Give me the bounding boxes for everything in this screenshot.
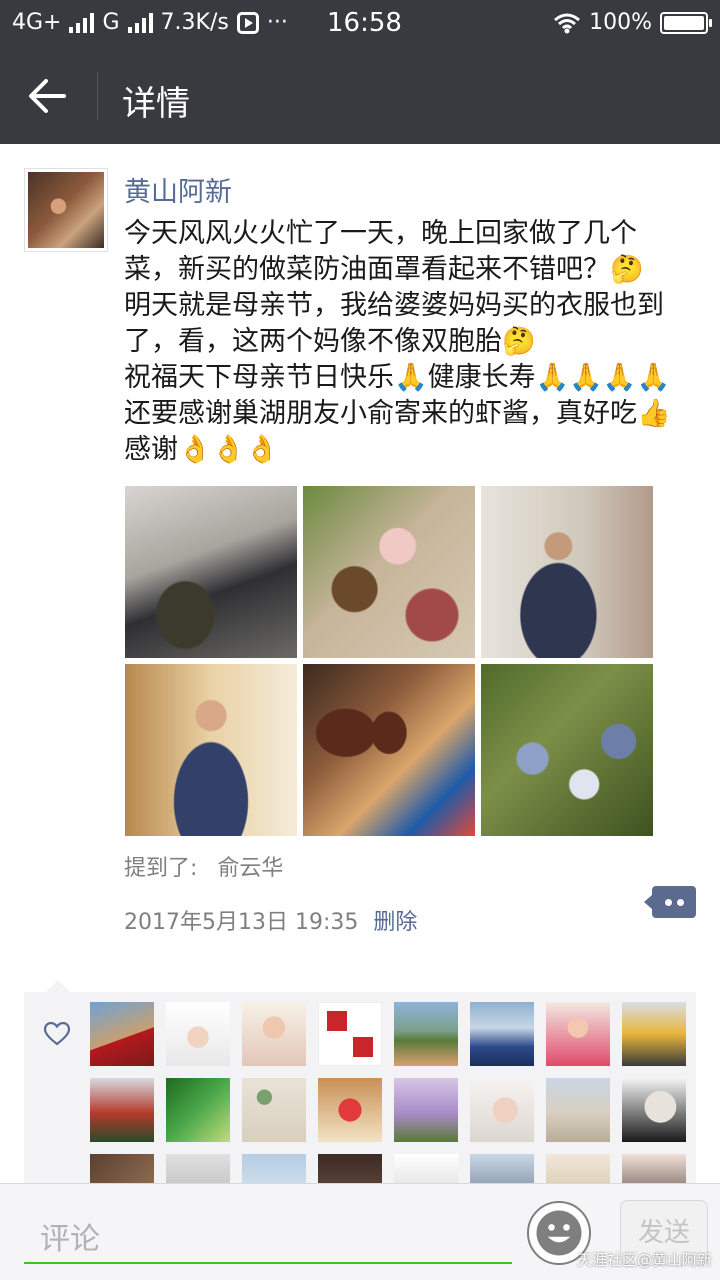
liker-avatar[interactable]: [318, 1078, 382, 1142]
comment-bar: 评论 发送 天涯社区@黄山阿新: [0, 1183, 720, 1280]
mention-label: 提到了:: [124, 856, 198, 881]
heart-outline-icon: [44, 1022, 70, 1046]
comment-action-icon[interactable]: [644, 886, 696, 918]
photo-shrimp-sauce-jars[interactable]: [303, 664, 475, 836]
post-text-line: 了，看，这两个妈像不像双胞胎🤔: [124, 326, 536, 357]
liker-avatar[interactable]: [622, 1078, 686, 1142]
liker-avatar[interactable]: [394, 1002, 458, 1066]
liker-avatar[interactable]: [242, 1002, 306, 1066]
battery-icon: [660, 11, 712, 34]
liker-avatar[interactable]: [546, 1002, 610, 1066]
photo-berries-plant[interactable]: [481, 664, 653, 836]
liker-avatar[interactable]: [166, 1002, 230, 1066]
author-name[interactable]: 黄山阿新: [124, 170, 232, 209]
liker-avatar[interactable]: [622, 1002, 686, 1066]
delete-link[interactable]: 删除: [373, 910, 417, 935]
liker-avatar[interactable]: [470, 1078, 534, 1142]
liker-avatar[interactable]: [394, 1078, 458, 1142]
post-meta: 2017年5月13日 19:35 删除: [124, 904, 417, 936]
photo-grid: [125, 486, 655, 836]
liker-avatar[interactable]: [242, 1078, 306, 1142]
likes-panel: [24, 980, 696, 1218]
comment-input[interactable]: 评论: [24, 1204, 512, 1264]
post-text-line: 感谢👌👌👌: [124, 434, 279, 465]
arrow-left-icon[interactable]: [26, 76, 68, 116]
author-avatar[interactable]: [24, 168, 108, 252]
liker-avatar[interactable]: [166, 1078, 230, 1142]
photo-woman-doorway[interactable]: [125, 664, 297, 836]
status-right: 100%: [553, 10, 712, 35]
network-type-label-2: G: [102, 10, 120, 35]
signal-icon: [69, 12, 95, 33]
nav-divider: [97, 72, 98, 120]
network-type-label: 4G+: [12, 10, 62, 35]
battery-percent: 100%: [589, 10, 652, 35]
watermark: 天涯社区@黄山阿新: [576, 1251, 712, 1269]
liker-avatar[interactable]: [90, 1078, 154, 1142]
play-icon: [236, 11, 259, 34]
more-notifications: ···: [266, 10, 288, 35]
mention-name[interactable]: 俞云华: [217, 856, 283, 881]
photo-dinner-table[interactable]: [303, 486, 475, 658]
post-text-line: 明天就是母亲节，我给婆婆妈妈买的衣服也到: [124, 290, 664, 321]
photo-kitchen-stove[interactable]: [125, 486, 297, 658]
clock: 16:58: [327, 8, 402, 38]
network-speed: 7.3K/s: [160, 10, 229, 35]
liker-avatar[interactable]: [470, 1002, 534, 1066]
mention-row: 提到了: 俞云华: [124, 850, 283, 882]
post-text: 今天风风火火忙了一天，晚上回家做了几个 菜，新买的做菜防油面罩看起来不错吧？🤔 …: [124, 216, 699, 468]
post-timestamp: 2017年5月13日 19:35: [124, 910, 359, 935]
wifi-icon: [554, 13, 581, 33]
status-left: 4G+ G 7.3K/s ···: [12, 10, 288, 35]
liker-avatar[interactable]: [90, 1002, 154, 1066]
post-text-line: 今天风风火火忙了一天，晚上回家做了几个: [124, 218, 637, 249]
photo-woman-indoors[interactable]: [481, 486, 653, 658]
post-text-line: 菜，新买的做菜防油面罩看起来不错吧？🤔: [124, 254, 644, 285]
signal-icon-2: [127, 12, 153, 33]
liker-avatar[interactable]: [546, 1078, 610, 1142]
nav-bar: 详情: [0, 48, 720, 144]
page-title: 详情: [122, 84, 190, 124]
liker-avatar[interactable]: [318, 1002, 382, 1066]
post-text-line: 祝福天下母亲节日快乐🙏健康长寿🙏🙏🙏🙏: [124, 362, 671, 393]
post-text-line: 还要感谢巢湖朋友小俞寄来的虾酱，真好吃👍: [124, 398, 671, 429]
status-bar: 4G+ G 7.3K/s ··· 16:58 100%: [0, 0, 720, 48]
